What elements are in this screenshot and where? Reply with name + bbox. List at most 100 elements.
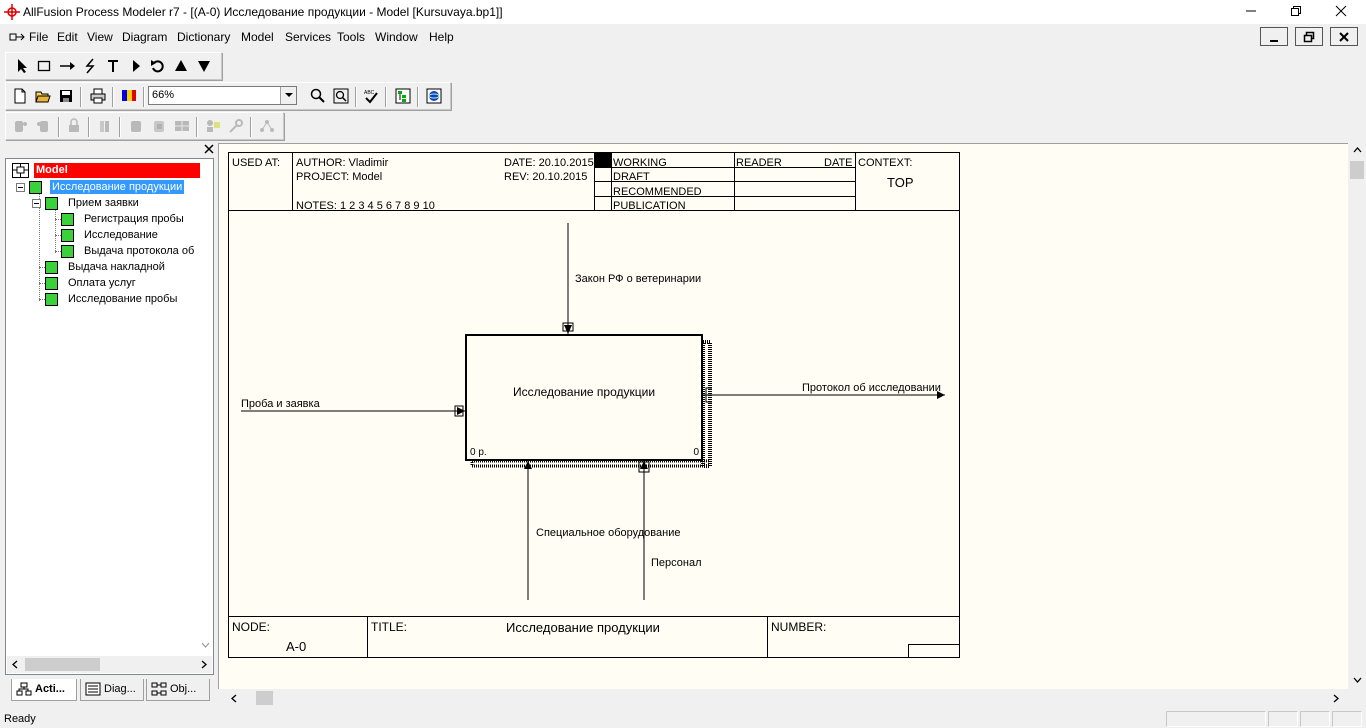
pointer-tool-button[interactable] [11,56,33,76]
mart-security-button[interactable] [225,116,247,136]
zoom-dropdown-arrow[interactable] [280,87,296,104]
scroll-down-button[interactable] [197,638,213,654]
input-arrow-label[interactable]: Проба и заявка [241,398,320,410]
menu-services[interactable]: Services [285,30,331,44]
activity-box-icon [61,229,74,242]
menu-dictionary[interactable]: Dictionary [177,30,230,44]
output-arrow-label[interactable]: Протокол об исследовании [802,382,941,394]
mart-users-button[interactable] [202,116,224,136]
zoom-level-select[interactable]: 66% [148,86,297,105]
diagram-vertical-scrollbar[interactable] [1348,143,1366,689]
tree-item[interactable]: Выдача накладной [32,260,192,275]
rev-label: REV: 20.10.2015 [504,171,588,183]
mdi-close-button[interactable] [1330,27,1358,46]
menu-window[interactable]: Window [375,30,418,44]
diagram-horizontal-scrollbar[interactable] [218,689,1348,707]
menu-diagram[interactable]: Diagram [122,30,167,44]
activity-box[interactable]: Исследование продукции 0 р. 0 [465,334,703,461]
zoom-button[interactable] [307,86,329,106]
collapse-icon[interactable] [32,199,41,208]
mart-open-button[interactable] [125,116,147,136]
mechanism1-arrow-label[interactable]: Специальное оборудование [536,527,680,539]
tree-item-label: Исследование [84,229,158,241]
header-divider [855,153,856,211]
color-button[interactable] [118,86,140,106]
tree-item-selected[interactable]: Исследование продукции [16,180,196,195]
status-text: Ready [4,713,36,725]
zoom-to-fit-button[interactable] [330,86,352,106]
scroll-left-button[interactable] [7,656,23,672]
print-button[interactable] [87,86,109,106]
mechanism2-arrow-label[interactable]: Персонал [651,557,702,569]
tab-diagrams[interactable]: Diag... [80,679,144,701]
tree-item[interactable]: Выдача протокола об [48,244,198,259]
toolbar-separator [385,87,387,107]
mart-network-button[interactable] [256,116,278,136]
menu-file[interactable]: File [29,30,48,44]
scroll-left-button[interactable] [226,690,242,706]
undo-rotate-button[interactable] [147,56,169,76]
save-button[interactable] [55,86,77,106]
footer-divider [767,616,768,657]
spellcheck-icon: ABC [364,90,378,104]
mart-connect-button[interactable] [10,116,32,136]
mdi-minimize-button[interactable] [1260,27,1288,46]
menu-model[interactable]: Model [241,30,274,44]
scroll-down-button[interactable] [1349,673,1365,689]
tree-horizontal-scrollbar[interactable] [7,642,212,673]
pane-close-icon[interactable] [204,144,214,154]
go-to-parent-button[interactable] [170,56,192,76]
menu-edit[interactable]: Edit [57,30,78,44]
tree-item[interactable]: Регистрация пробы [48,212,198,227]
model-explorer-button[interactable] [392,86,414,106]
open-file-button[interactable] [32,86,54,106]
minimize-button[interactable] [1228,0,1274,24]
tree-item[interactable]: Прием заявки [32,196,192,211]
scroll-right-button[interactable] [196,656,212,672]
document-system-icon[interactable] [9,30,25,44]
menu-view[interactable]: View [87,30,113,44]
tree-item[interactable]: Оплата услуг [32,276,192,291]
tab-activities[interactable]: Acti... [11,679,77,701]
restore-button[interactable] [1273,0,1319,24]
scroll-up-button[interactable] [1349,143,1365,159]
header-divider [611,153,612,211]
mart-library-button[interactable] [94,116,116,136]
activity-box-tool-button[interactable] [33,56,55,76]
text-tool-button[interactable] [102,56,124,76]
menu-tools[interactable]: Tools [337,30,365,44]
context-value: TOP [887,175,914,190]
chevron-left-icon [12,660,18,669]
new-file-button[interactable] [9,86,31,106]
status-publication: PUBLICATION [613,200,686,212]
activity-box-icon [61,213,74,226]
mdi-restore-button[interactable] [1295,27,1323,46]
go-to-child-button[interactable] [193,56,215,76]
squiggle-tool-button[interactable] [79,56,101,76]
mart-save-button[interactable] [148,116,170,136]
scrollbar-thumb[interactable] [1350,161,1364,179]
activity-name: Исследование продукции [512,385,656,399]
lock-button[interactable] [63,116,85,136]
mart-disconnect-button[interactable] [33,116,55,136]
arrow-tool-button[interactable] [56,56,78,76]
database-disconnect-icon [37,121,48,132]
tree-item-label: Исследование пробы [68,293,178,305]
zoom-fit-icon [333,88,349,104]
scrollbar-thumb[interactable] [256,691,273,705]
menu-help[interactable]: Help [429,30,454,44]
spell-check-button[interactable]: ABC [360,86,382,106]
control-arrow-label[interactable]: Закон РФ о ветеринарии [575,273,701,285]
tree-item[interactable]: Исследование [48,228,198,243]
books-icon [100,121,109,132]
scroll-right-button[interactable] [1328,690,1344,706]
mart-report-button[interactable] [171,116,193,136]
model-mart-button[interactable] [423,86,445,106]
collapse-icon[interactable] [16,183,25,192]
tree-item[interactable]: Исследование пробы [32,292,192,307]
decompose-tool-button[interactable] [125,56,147,76]
tab-objects[interactable]: Obj... [146,679,210,701]
close-button[interactable] [1318,0,1364,24]
scrollbar-thumb[interactable] [25,658,100,671]
tree-item-label: Выдача протокола об [84,245,195,257]
